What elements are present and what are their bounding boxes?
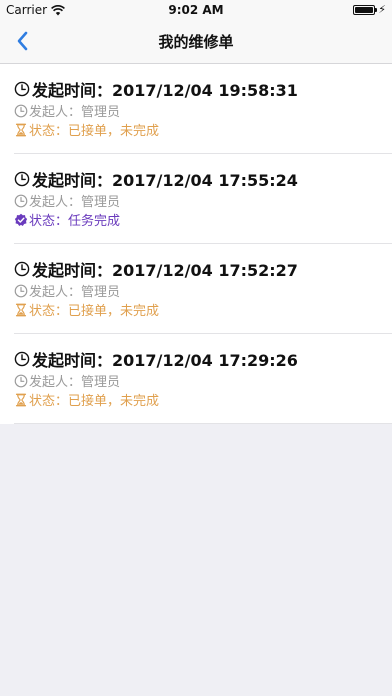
hourglass-icon [14, 123, 28, 137]
order-time-line: 发起时间：2017/12/04 17:29:26 [14, 347, 298, 371]
clock-icon [14, 104, 28, 118]
navigation-bar: 我的维修单 [0, 20, 392, 64]
order-status-text: 状态：已接单，未完成 [29, 124, 160, 139]
clock-icon [14, 81, 30, 97]
order-status-line: 状态：已接单，未完成 [14, 300, 159, 319]
order-initiator-line: 发起人：管理员 [14, 191, 120, 210]
order-time-line: 发起时间：2017/12/04 19:58:31 [14, 77, 298, 101]
order-initiator-line: 发起人：管理员 [14, 101, 120, 120]
clock-icon [14, 194, 28, 208]
repair-order-row[interactable]: 发起时间：2017/12/04 17:29:26 发起人：管理员状态：已接单，未完… [0, 334, 392, 424]
order-status-line: 状态：已接单，未完成 [14, 390, 159, 409]
status-bar: Carrier 9:02 AM ⚡ [0, 0, 392, 20]
clock-icon [14, 261, 30, 277]
order-time-text: 发起时间：2017/12/04 19:58:31 [32, 81, 298, 100]
order-initiator-text: 发起人：管理员 [29, 195, 121, 210]
order-time-line: 发起时间：2017/12/04 17:52:27 [14, 257, 298, 281]
charging-bolt-icon: ⚡ [378, 3, 386, 16]
order-initiator-line: 发起人：管理员 [14, 281, 120, 300]
repair-order-row[interactable]: 发起时间：2017/12/04 19:58:31 发起人：管理员状态：已接单，未完… [0, 64, 392, 154]
order-status-text: 状态：已接单，未完成 [29, 304, 160, 319]
order-initiator-line: 发起人：管理员 [14, 371, 120, 390]
order-status-line: 状态：已接单，未完成 [14, 120, 159, 139]
order-status-line: 状态：任务完成 [14, 210, 120, 229]
clock-icon [14, 284, 28, 298]
clock-icon [14, 171, 30, 187]
order-time-text: 发起时间：2017/12/04 17:29:26 [32, 351, 298, 370]
battery-icon [353, 4, 378, 15]
repair-order-row[interactable]: 发起时间：2017/12/04 17:55:24 发起人：管理员 状态：任务完成 [0, 154, 392, 244]
page-title: 我的维修单 [158, 33, 234, 51]
status-time: 9:02 AM [168, 3, 224, 17]
order-time-text: 发起时间：2017/12/04 17:55:24 [32, 171, 298, 190]
order-status-text: 状态：已接单，未完成 [29, 394, 160, 409]
hourglass-icon [14, 303, 28, 317]
order-initiator-text: 发起人：管理员 [29, 375, 121, 390]
repair-order-row[interactable]: 发起时间：2017/12/04 17:52:27 发起人：管理员状态：已接单，未完… [0, 244, 392, 334]
order-time-line: 发起时间：2017/12/04 17:55:24 [14, 167, 298, 191]
clock-icon [14, 351, 30, 367]
order-initiator-text: 发起人：管理员 [29, 285, 121, 300]
clock-icon [14, 374, 28, 388]
order-initiator-text: 发起人：管理员 [29, 105, 121, 120]
hourglass-icon [14, 393, 28, 407]
status-right: ⚡ [353, 3, 386, 16]
order-status-text: 状态：任务完成 [29, 214, 121, 229]
repair-order-list: 发起时间：2017/12/04 19:58:31 发起人：管理员 状态：已接单，未完… [0, 64, 392, 424]
verified-badge-icon [14, 213, 28, 227]
order-time-text: 发起时间：2017/12/04 17:52:27 [32, 261, 298, 280]
